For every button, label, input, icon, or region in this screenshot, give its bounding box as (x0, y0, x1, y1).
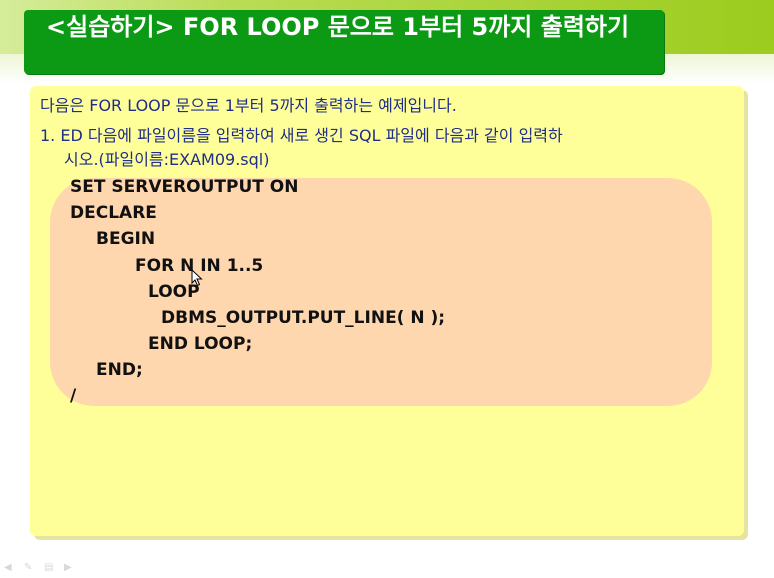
menu-icon[interactable]: ✎ (24, 563, 38, 573)
code-line-9: / (70, 386, 77, 406)
code-line-7: END LOOP; (148, 334, 253, 354)
next-icon[interactable]: ▶ (64, 563, 78, 573)
code-line-8: END; (96, 360, 143, 380)
code-line-2: DECLARE (70, 203, 157, 223)
code-line-3: BEGIN (96, 229, 156, 249)
intro-text: 다음은 FOR LOOP 문으로 1부터 5까지 출력하는 예제입니다. (40, 96, 457, 115)
step1-text-line1: 1. ED 다음에 파일이름을 입력하여 새로 생긴 SQL 파일에 다음과 같… (40, 126, 563, 145)
step1-text-line2: 시오.(파일이름:EXAM09.sql) (64, 150, 270, 169)
slide-title: <실습하기> FOR LOOP 문으로 1부터 5까지 출력하기 (46, 13, 630, 41)
code-line-6: DBMS_OUTPUT.PUT_LINE( N ); (161, 308, 446, 328)
prev-icon[interactable]: ◀ (4, 563, 18, 573)
mouse-cursor-icon (191, 269, 203, 287)
code-line-1: SET SERVEROUTPUT ON (70, 177, 299, 197)
slide-nav-bar: ◀ ✎ ▤ ▶ (0, 558, 124, 578)
notes-icon[interactable]: ▤ (44, 563, 58, 573)
